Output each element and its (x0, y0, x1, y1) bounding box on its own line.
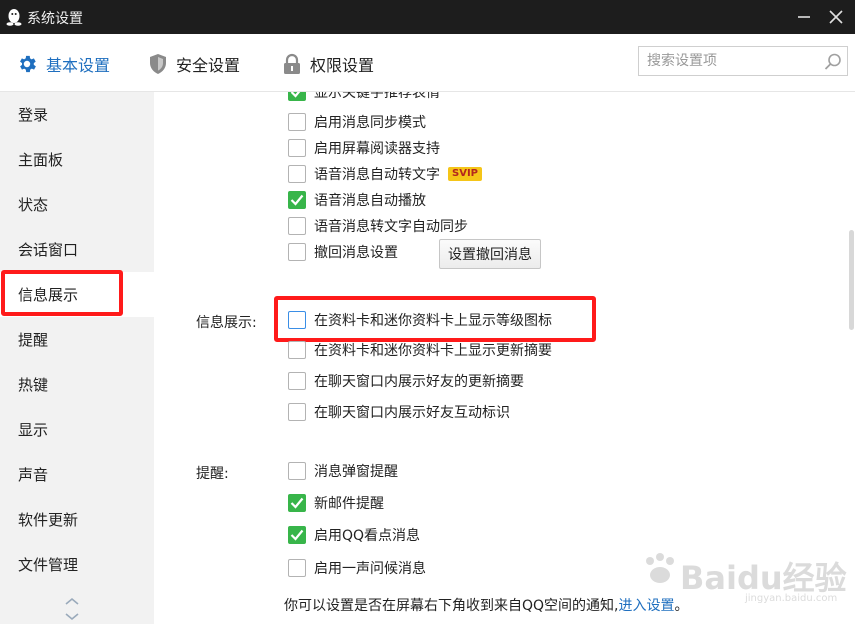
checkbox-show-update-summary[interactable]: 在资料卡和迷你资料卡上显示更新摘要 (288, 338, 552, 362)
tab-basic-settings[interactable]: 基本设置 (16, 50, 110, 78)
checkbox[interactable] (288, 191, 306, 209)
checkbox[interactable] (288, 462, 306, 480)
checkbox-greeting-message[interactable]: 启用一声问候消息 (288, 556, 426, 580)
checkbox-label: 在资料卡和迷你资料卡上显示等级图标 (314, 313, 552, 329)
sidebar-scroll-arrows-icon[interactable] (64, 596, 80, 622)
checkbox-label: 启用一声问候消息 (314, 561, 426, 577)
note-text: 你可以设置是否在屏幕右下角收到来自QQ空间的通知, (284, 598, 619, 614)
checkbox-voice-text-sync[interactable]: 语音消息转文字自动同步 (288, 214, 468, 238)
sidebar-item-file-management[interactable]: 文件管理 (0, 542, 154, 587)
checkbox-recall-settings[interactable]: 撤回消息设置 (288, 240, 398, 264)
svip-badge: SVIP (448, 167, 482, 181)
checkbox[interactable] (288, 559, 306, 577)
set-recall-message-button[interactable]: 设置撤回消息 (439, 239, 541, 269)
close-button[interactable] (824, 5, 848, 29)
tab-label: 基本设置 (46, 56, 111, 75)
close-icon (829, 10, 843, 24)
checkbox-label: 启用消息同步模式 (314, 115, 426, 131)
check-icon (290, 92, 301, 98)
tab-label: 权限设置 (310, 56, 375, 75)
checkbox-label: 在聊天窗口内展示好友的更新摘要 (314, 374, 524, 390)
checkbox[interactable] (288, 341, 306, 359)
checkbox[interactable] (288, 494, 306, 512)
checkbox-label: 撤回消息设置 (314, 245, 398, 261)
sidebar-item-hotkeys[interactable]: 热键 (0, 362, 154, 407)
title-bar: 系统设置 (0, 0, 855, 34)
settings-tabs-bar: 基本设置 安全设置 权限设置 (0, 34, 855, 92)
checkbox[interactable] (288, 403, 306, 421)
sidebar-item-sound[interactable]: 声音 (0, 452, 154, 497)
note-suffix: 。 (674, 598, 689, 614)
search-box[interactable] (638, 46, 848, 76)
checkbox-label: 消息弹窗提醒 (314, 464, 398, 480)
content-scrollbar[interactable] (849, 230, 854, 330)
sidebar-item-status[interactable]: 状态 (0, 182, 154, 227)
sidebar-item-info-display[interactable]: 信息展示 (0, 272, 154, 317)
checkbox[interactable] (288, 372, 306, 390)
minimize-icon (798, 16, 810, 18)
checkbox[interactable] (288, 92, 306, 101)
checkbox[interactable] (288, 217, 306, 235)
penguin-logo-icon (6, 9, 22, 26)
checkbox[interactable] (288, 243, 306, 261)
search-icon[interactable] (823, 52, 843, 72)
checkbox-new-mail-reminder[interactable]: 新邮件提醒 (288, 491, 384, 515)
checkbox[interactable] (288, 165, 306, 183)
checkbox[interactable] (288, 139, 306, 157)
settings-sidebar: 登录 主面板 状态 会话窗口 信息展示 提醒 热键 显示 声音 软件更新 文件管… (0, 92, 154, 624)
checkbox-label: 新邮件提醒 (314, 496, 384, 512)
shield-icon (150, 54, 166, 74)
check-icon (290, 529, 304, 541)
sidebar-item-software-update[interactable]: 软件更新 (0, 497, 154, 542)
check-icon (290, 194, 304, 206)
checkbox-label: 语音消息自动播放 (314, 193, 426, 209)
checkbox-label: 在聊天窗口内展示好友互动标识 (314, 405, 510, 421)
sidebar-item-login[interactable]: 登录 (0, 92, 154, 137)
checkbox-label: 在资料卡和迷你资料卡上显示更新摘要 (314, 343, 552, 359)
checkbox-chat-interaction-mark[interactable]: 在聊天窗口内展示好友互动标识 (288, 400, 510, 424)
checkbox-voice-autoplay[interactable]: 语音消息自动播放 (288, 188, 426, 212)
checkbox-voice-to-text[interactable]: 语音消息自动转文字 SVIP (288, 162, 482, 186)
section-label-info-display: 信息展示: (196, 315, 257, 331)
check-icon (290, 497, 304, 509)
checkbox-label: 显示关键字推荐表情 (314, 92, 440, 101)
lock-icon (284, 53, 300, 74)
checkbox-screen-reader[interactable]: 启用屏幕阅读器支持 (288, 136, 440, 160)
sidebar-item-chat-window[interactable]: 会话窗口 (0, 227, 154, 272)
checkbox[interactable] (288, 311, 306, 329)
gear-icon (20, 55, 36, 73)
checkbox-chat-friend-summary[interactable]: 在聊天窗口内展示好友的更新摘要 (288, 369, 524, 393)
checkbox-show-level-icon[interactable]: 在资料卡和迷你资料卡上显示等级图标 (288, 308, 552, 332)
section-label-reminder: 提醒: (196, 466, 229, 482)
checkbox[interactable] (288, 113, 306, 131)
sidebar-item-reminder[interactable]: 提醒 (0, 317, 154, 362)
checkbox-label: 启用QQ看点消息 (314, 528, 421, 544)
checkbox-qq-kandian[interactable]: 启用QQ看点消息 (288, 523, 420, 547)
tab-label: 安全设置 (176, 56, 241, 75)
settings-content: 显示关键字推荐表情 启用消息同步模式 启用屏幕阅读器支持 语音消息自动转文字 S… (154, 92, 855, 624)
checkbox-popup-reminder[interactable]: 消息弹窗提醒 (288, 459, 398, 483)
checkbox-keyword-emoji[interactable]: 显示关键字推荐表情 (288, 92, 440, 104)
tab-permission-settings[interactable]: 权限设置 (282, 50, 374, 78)
tab-security-settings[interactable]: 安全设置 (148, 50, 240, 78)
checkbox-label: 启用屏幕阅读器支持 (314, 141, 440, 157)
checkbox-label: 语音消息转文字自动同步 (314, 219, 468, 235)
search-input[interactable] (639, 47, 819, 75)
checkbox-label: 语音消息自动转文字 (314, 167, 440, 183)
window-title: 系统设置 (27, 11, 83, 27)
qzone-notification-note: 你可以设置是否在屏幕右下角收到来自QQ空间的通知,进入设置。 (284, 595, 689, 615)
sidebar-item-display[interactable]: 显示 (0, 407, 154, 452)
minimize-button[interactable] (792, 5, 816, 29)
checkbox[interactable] (288, 526, 306, 544)
sidebar-item-main-panel[interactable]: 主面板 (0, 137, 154, 182)
enter-settings-link[interactable]: 进入设置 (619, 598, 675, 614)
checkbox-message-sync[interactable]: 启用消息同步模式 (288, 110, 426, 134)
